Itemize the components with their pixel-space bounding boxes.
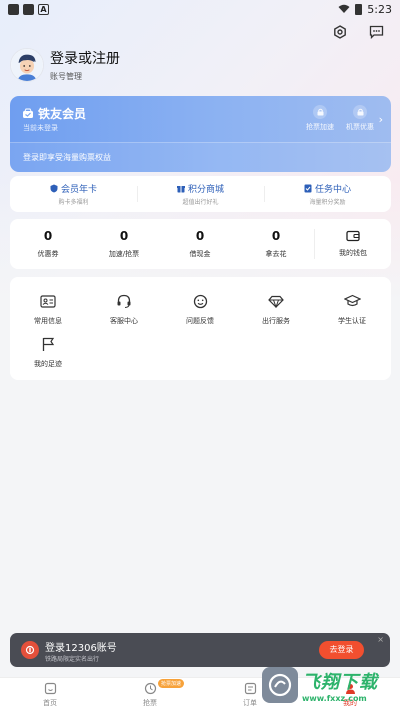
account-management-label[interactable]: 账号管理 bbox=[50, 71, 120, 82]
watermark-logo-icon bbox=[262, 667, 298, 703]
lock-icon bbox=[357, 108, 363, 116]
service-footprints[interactable]: 我的足迹 bbox=[10, 335, 86, 369]
service-student-auth[interactable]: 学生认证 bbox=[314, 292, 390, 326]
stats-card: 0 优惠券 0 加速/抢票 0 借现金 0 拿去花 我的钱包 bbox=[10, 219, 391, 269]
service-label: 我的足迹 bbox=[34, 360, 62, 368]
watermark: 飞翔下载 www.fxxz.com bbox=[262, 662, 392, 708]
wallet-button[interactable]: 我的钱包 bbox=[314, 229, 391, 259]
stat-label: 拿去花 bbox=[265, 250, 287, 258]
benefit-label: 抢票加速 bbox=[306, 123, 334, 131]
quick-link-points-mall[interactable]: 积分商城 超值出行好礼 bbox=[137, 176, 264, 212]
message-icon bbox=[369, 25, 383, 39]
quick-link-sub: 海量积分奖励 bbox=[309, 199, 346, 206]
clock-time: 5:23 bbox=[367, 2, 392, 16]
quick-link-sub: 购卡多福利 bbox=[58, 199, 89, 206]
tab-label: 抢票 bbox=[143, 699, 157, 707]
feedback-icon bbox=[193, 294, 207, 308]
tab-grab-tickets[interactable]: 抢票加速 抢票 bbox=[100, 678, 200, 712]
tab-home[interactable]: 首页 bbox=[0, 678, 100, 712]
login-register-link[interactable]: 登录或注册 bbox=[50, 48, 120, 68]
service-label: 学生认证 bbox=[338, 317, 366, 325]
railway-logo-icon bbox=[21, 641, 39, 659]
quick-link-annual-card[interactable]: 会员年卡 购卡多福利 bbox=[10, 176, 137, 212]
stat-cash-loan[interactable]: 0 借现金 bbox=[162, 219, 238, 269]
member-title: 铁友会员 bbox=[22, 105, 86, 122]
notification-a-icon: A bbox=[38, 3, 49, 15]
stat-value: 0 bbox=[195, 229, 205, 243]
settings-button[interactable] bbox=[330, 22, 350, 42]
headset-icon bbox=[117, 294, 131, 308]
member-card[interactable]: 铁友会员 当前未登录 抢票加速 机票优惠 › 登录即享受海量购票权益 bbox=[10, 96, 391, 172]
chevron-right-icon[interactable]: › bbox=[379, 113, 383, 126]
stat-label: 加速/抢票 bbox=[108, 250, 140, 258]
close-icon[interactable]: × bbox=[377, 635, 384, 644]
service-label: 出行服务 bbox=[262, 317, 290, 325]
stat-credit[interactable]: 0 拿去花 bbox=[238, 219, 314, 269]
avatar-illustration bbox=[11, 49, 43, 81]
flag-icon bbox=[42, 337, 55, 351]
benefit-speedup[interactable]: 抢票加速 bbox=[298, 105, 342, 132]
benefit-label: 机票优惠 bbox=[346, 123, 374, 131]
stat-speedup[interactable]: 0 加速/抢票 bbox=[86, 219, 162, 269]
go-login-button[interactable]: 去登录 bbox=[319, 641, 364, 659]
status-bar: A 5:23 bbox=[0, 0, 400, 18]
member-title-text: 铁友会员 bbox=[38, 107, 87, 121]
quick-link-title: 会员年卡 bbox=[60, 185, 97, 195]
tab-label: 首页 bbox=[43, 699, 57, 707]
stat-value: 0 bbox=[271, 229, 281, 243]
member-status: 当前未登录 bbox=[23, 124, 58, 132]
tab-badge: 抢票加速 bbox=[158, 679, 185, 688]
crown-icon bbox=[23, 108, 33, 118]
tab-label: 订单 bbox=[243, 699, 257, 707]
stat-value: 0 bbox=[119, 229, 129, 243]
order-icon bbox=[244, 682, 256, 695]
quick-link-task-center[interactable]: 任务中心 海量积分奖励 bbox=[264, 176, 391, 212]
notification-icon bbox=[8, 3, 19, 15]
battery-icon bbox=[355, 3, 363, 15]
stat-label: 借现金 bbox=[189, 250, 211, 258]
services-grid: 常用信息 客服中心 问题反馈 出行服务 学生认证 我的足迹 bbox=[10, 277, 391, 380]
notification-icon bbox=[23, 3, 34, 15]
wallet-icon bbox=[346, 230, 360, 242]
lock-icon bbox=[317, 108, 323, 116]
watermark-url: www.fxxz.com bbox=[302, 693, 367, 703]
gift-icon bbox=[176, 186, 185, 193]
messages-button[interactable] bbox=[366, 22, 386, 42]
service-label: 常用信息 bbox=[34, 317, 62, 325]
gear-icon bbox=[334, 25, 346, 39]
avatar[interactable] bbox=[10, 48, 44, 82]
service-common-info[interactable]: 常用信息 bbox=[10, 292, 86, 326]
service-travel[interactable]: 出行服务 bbox=[238, 292, 314, 326]
service-feedback[interactable]: 问题反馈 bbox=[162, 292, 238, 326]
stat-coupons[interactable]: 0 优惠券 bbox=[10, 219, 86, 269]
wifi-icon bbox=[338, 4, 350, 13]
wallet-label: 我的钱包 bbox=[339, 249, 367, 257]
home-icon bbox=[44, 682, 56, 695]
stat-value: 0 bbox=[43, 229, 53, 243]
diamond-icon bbox=[268, 295, 284, 308]
banner-title: 登录12306账号 bbox=[45, 643, 117, 654]
id-card-icon bbox=[40, 294, 56, 308]
benefit-flight[interactable]: 机票优惠 bbox=[338, 105, 382, 132]
stat-label: 优惠券 bbox=[37, 250, 59, 258]
quick-links: 会员年卡 购卡多福利 积分商城 超值出行好礼 任务中心 海量积分奖励 bbox=[10, 176, 391, 212]
profile-header[interactable]: 登录或注册 账号管理 bbox=[10, 48, 120, 82]
quick-link-title: 任务中心 bbox=[314, 185, 351, 195]
service-label: 问题反馈 bbox=[186, 317, 214, 325]
quick-link-sub: 超值出行好礼 bbox=[182, 199, 219, 206]
service-customer-center[interactable]: 客服中心 bbox=[86, 292, 162, 326]
clock-icon bbox=[144, 682, 156, 695]
service-label: 客服中心 bbox=[110, 317, 138, 325]
graduation-cap-icon bbox=[343, 294, 361, 307]
shield-icon bbox=[50, 184, 58, 193]
banner-subtitle: 铁路局限定实名出行 bbox=[45, 656, 100, 663]
member-promo[interactable]: 登录即享受海量购票权益 bbox=[10, 142, 391, 172]
task-icon bbox=[304, 184, 312, 193]
quick-link-title: 积分商城 bbox=[187, 185, 224, 195]
watermark-text: 飞翔下载 bbox=[302, 671, 378, 693]
